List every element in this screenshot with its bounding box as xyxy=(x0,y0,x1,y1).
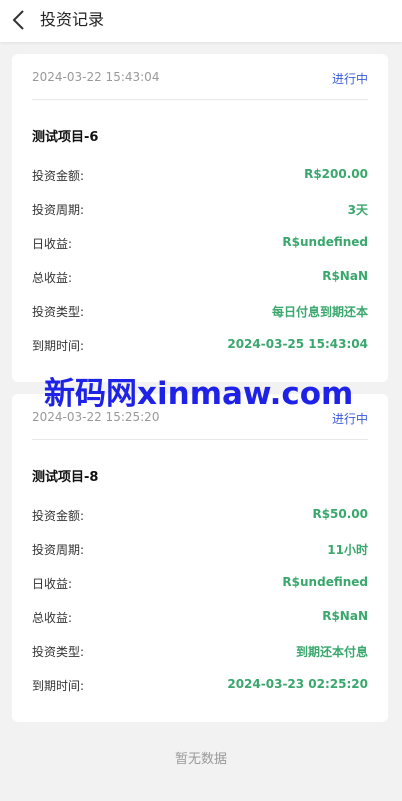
row-label: 投资金额: xyxy=(32,169,85,183)
row-value: 3天 xyxy=(347,203,368,217)
row-label: 日收益: xyxy=(32,577,73,591)
row-value: R$NaN xyxy=(322,609,368,623)
row-label: 投资类型: xyxy=(32,305,85,319)
row-value: R$undefined xyxy=(282,235,368,249)
row-period: 投资周期: 3天 xyxy=(32,201,368,219)
row-daily-income: 日收益: R$undefined xyxy=(32,235,368,253)
row-value: 到期还本付息 xyxy=(295,645,368,659)
row-expiry: 到期时间: 2024-03-23 02:25:20 xyxy=(32,677,368,695)
row-value: 2024-03-23 02:25:20 xyxy=(227,677,368,691)
row-amount: 投资金额: R$50.00 xyxy=(32,507,368,525)
row-value: R$50.00 xyxy=(312,507,368,521)
row-value: 每日付息到期还本 xyxy=(271,305,368,319)
row-label: 投资周期: xyxy=(32,543,85,557)
row-value: R$undefined xyxy=(282,575,368,589)
row-label: 到期时间: xyxy=(32,339,85,353)
row-label: 日收益: xyxy=(32,237,73,251)
row-value: R$NaN xyxy=(322,269,368,283)
row-value: 2024-03-25 15:43:04 xyxy=(227,337,368,351)
card-header: 2024-03-22 15:43:04 进行中 xyxy=(32,54,368,100)
row-amount: 投资金额: R$200.00 xyxy=(32,167,368,185)
status-badge[interactable]: 进行中 xyxy=(332,70,368,87)
project-name: 测试项目-6 xyxy=(32,130,99,145)
page-title: 投资记录 xyxy=(40,10,105,29)
record-time: 2024-03-22 15:43:04 xyxy=(32,70,160,84)
row-type: 投资类型: 到期还本付息 xyxy=(32,643,368,661)
row-label: 总收益: xyxy=(32,271,73,285)
chevron-left-icon xyxy=(12,10,24,30)
top-bar: 投资记录 xyxy=(0,0,402,42)
investment-record-card[interactable]: 2024-03-22 15:43:04 进行中 测试项目-6 投资金额: R$2… xyxy=(12,54,388,382)
row-label: 总收益: xyxy=(32,611,73,625)
watermark: 新码网xinmaw.com xyxy=(44,376,354,412)
row-value: 11小时 xyxy=(327,543,368,557)
row-expiry: 到期时间: 2024-03-25 15:43:04 xyxy=(32,337,368,355)
row-value: R$200.00 xyxy=(304,167,368,181)
row-total-income: 总收益: R$NaN xyxy=(32,609,368,627)
row-type: 投资类型: 每日付息到期还本 xyxy=(32,303,368,321)
row-label: 投资周期: xyxy=(32,203,85,217)
project-name: 测试项目-8 xyxy=(32,470,99,485)
back-button[interactable] xyxy=(8,8,32,32)
row-daily-income: 日收益: R$undefined xyxy=(32,575,368,593)
row-label: 到期时间: xyxy=(32,679,85,693)
investment-record-card[interactable]: 2024-03-22 15:25:20 进行中 测试项目-8 投资金额: R$5… xyxy=(12,394,388,722)
empty-state-text: 暂无数据 xyxy=(174,752,227,767)
row-label: 投资类型: xyxy=(32,645,85,659)
row-total-income: 总收益: R$NaN xyxy=(32,269,368,287)
row-label: 投资金额: xyxy=(32,509,85,523)
row-period: 投资周期: 11小时 xyxy=(32,541,368,559)
